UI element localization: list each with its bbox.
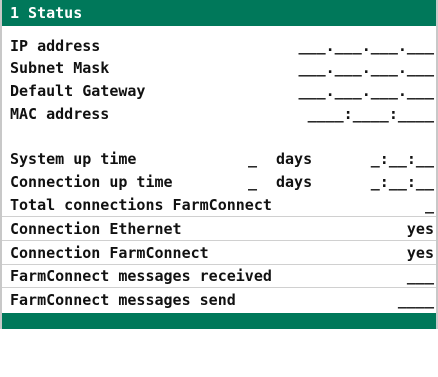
total-connections-row: Total connections FarmConnect _ (10, 194, 434, 216)
connection-uptime-time: _:__:__ (370, 173, 434, 191)
system-uptime-days: _ (248, 150, 258, 168)
messages-received-row: FarmConnect messages received ___ (10, 265, 434, 287)
subnet-mask-row: Subnet Mask ___.___.___.___ (10, 57, 434, 79)
row-divider (2, 287, 436, 288)
connection-ethernet-row: Connection Ethernet yes (10, 218, 434, 240)
messages-received-value: ___ (406, 267, 434, 285)
subnet-mask-label: Subnet Mask (10, 59, 110, 77)
system-uptime-unit: days (276, 150, 313, 168)
row-divider (2, 216, 436, 217)
connection-uptime-label: Connection up time (10, 173, 173, 191)
default-gateway-row: Default Gateway ___.___.___.___ (10, 80, 434, 102)
mac-address-label: MAC address (10, 105, 110, 123)
messages-received-label: FarmConnect messages received (10, 267, 272, 285)
system-uptime-row: System up time _ days _:__:__ (10, 148, 434, 170)
messages-send-value: ____ (397, 291, 434, 309)
system-uptime-label: System up time (10, 150, 137, 168)
connection-uptime-days: _ (248, 173, 258, 191)
bottom-bar (2, 313, 436, 329)
mac-address-value: ____:____:____ (307, 105, 434, 123)
connection-farmconnect-value: yes (406, 244, 434, 262)
ip-address-row: IP address ___.___.___.___ (10, 35, 434, 57)
screen-title: 1 Status (2, 0, 436, 26)
messages-send-label: FarmConnect messages send (10, 291, 236, 309)
ip-address-value: ___.___.___.___ (298, 37, 434, 55)
ip-address-label: IP address (10, 37, 101, 55)
default-gateway-value: ___.___.___.___ (298, 82, 434, 100)
row-divider (2, 240, 436, 241)
system-uptime-time: _:__:__ (370, 150, 434, 168)
connection-ethernet-value: yes (406, 220, 434, 238)
status-screen: 1 Status IP address ___.___.___.___ Subn… (0, 0, 438, 329)
connection-farmconnect-label: Connection FarmConnect (10, 244, 209, 262)
default-gateway-label: Default Gateway (10, 82, 146, 100)
connection-uptime-unit: days (276, 173, 313, 191)
connection-ethernet-label: Connection Ethernet (10, 220, 182, 238)
connection-farmconnect-row: Connection FarmConnect yes (10, 242, 434, 264)
total-connections-value: _ (424, 196, 434, 214)
connection-uptime-row: Connection up time _ days _:__:__ (10, 171, 434, 193)
total-connections-label: Total connections FarmConnect (10, 196, 272, 214)
subnet-mask-value: ___.___.___.___ (298, 59, 434, 77)
messages-send-row: FarmConnect messages send ____ (10, 289, 434, 311)
mac-address-row: MAC address ____:____:____ (10, 103, 434, 125)
